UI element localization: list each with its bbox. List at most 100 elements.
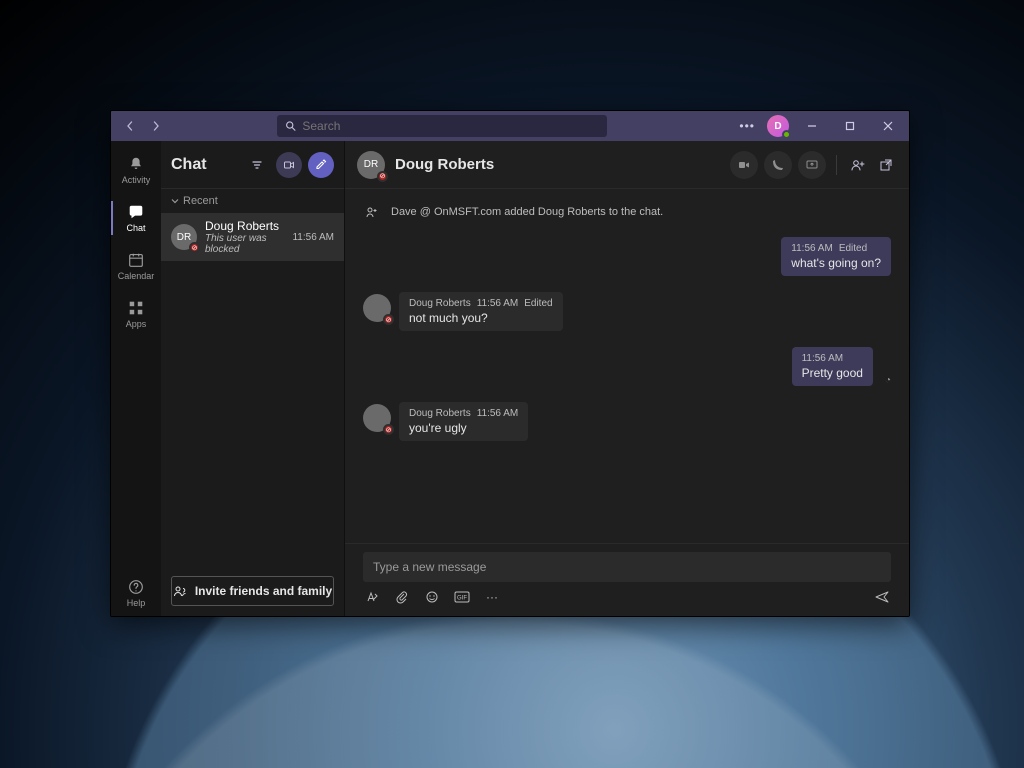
conversation-panel: DR ⊘ Doug Roberts Dave @ OnMSFT.com adde… <box>345 141 909 616</box>
rail-calendar[interactable]: Calendar <box>111 243 161 289</box>
divider <box>836 155 837 175</box>
more-options-button[interactable]: ••• <box>735 119 759 133</box>
message-bubble[interactable]: Doug Roberts 11:56 AM Edited not much yo… <box>399 292 563 331</box>
rail-chat[interactable]: Chat <box>111 195 161 241</box>
calendar-icon <box>127 251 145 269</box>
rail-label: Activity <box>122 175 151 185</box>
paperclip-icon <box>395 590 409 604</box>
message-time: 11:56 AM <box>477 298 519 309</box>
close-button[interactable] <box>873 111 903 141</box>
message-sent: 11:56 AM Pretty good ◔ <box>363 347 891 386</box>
format-button[interactable] <box>363 588 381 606</box>
add-people-button[interactable] <box>847 154 869 176</box>
blocked-icon: ⊘ <box>377 171 388 182</box>
new-chat-button[interactable] <box>308 152 334 178</box>
search-input[interactable] <box>302 119 599 133</box>
video-call-button[interactable] <box>730 151 758 179</box>
message-text: what's going on? <box>791 256 881 270</box>
maximize-button[interactable] <box>835 111 865 141</box>
chat-list-panel: Chat Recent DR ⊘ <box>161 141 345 616</box>
rail-label: Chat <box>126 223 145 233</box>
section-label: Recent <box>183 195 218 207</box>
edited-label: Edited <box>524 298 552 309</box>
compose-icon <box>315 159 327 171</box>
help-icon <box>127 578 145 596</box>
contact-time: 11:56 AM <box>292 232 334 243</box>
contact-avatar: DR ⊘ <box>171 224 197 250</box>
app-rail: Activity Chat Calendar Apps Help <box>111 141 161 616</box>
conversation-title: Doug Roberts <box>395 156 494 173</box>
message-avatar: ⊘ <box>363 294 391 322</box>
delivered-icon: ◔ <box>885 375 891 386</box>
more-compose-button[interactable]: ··· <box>483 588 501 606</box>
gif-button[interactable]: GIF <box>453 588 471 606</box>
phone-icon <box>771 158 785 172</box>
message-time: 11:56 AM <box>477 408 519 419</box>
compose-input[interactable]: Type a new message <box>363 552 891 582</box>
svg-text:GIF: GIF <box>457 596 467 602</box>
message-thread[interactable]: Dave @ OnMSFT.com added Doug Roberts to … <box>345 189 909 543</box>
message-bubble[interactable]: Doug Roberts 11:56 AM you're ugly <box>399 402 528 441</box>
composer: Type a new message GIF ··· <box>345 543 909 616</box>
conversation-avatar: DR ⊘ <box>357 151 385 179</box>
popout-button[interactable] <box>875 154 897 176</box>
people-icon <box>173 584 187 598</box>
rail-help[interactable]: Help <box>111 570 161 616</box>
chat-list-title: Chat <box>171 156 238 174</box>
contact-subtitle: This user was blocked <box>205 233 284 255</box>
rail-activity[interactable]: Activity <box>111 147 161 193</box>
message-bubble[interactable]: 11:56 AM Edited what's going on? <box>781 237 891 276</box>
message-received: ⊘ Doug Roberts 11:56 AM you're ugly <box>363 402 891 441</box>
emoji-icon <box>425 590 439 604</box>
search-box[interactable] <box>277 115 607 137</box>
chat-list-header: Chat <box>161 141 344 189</box>
chat-icon <box>127 203 145 221</box>
add-people-icon <box>850 157 866 173</box>
minimize-button[interactable] <box>797 111 827 141</box>
contact-name: Doug Roberts <box>205 219 284 233</box>
format-icon <box>365 590 379 604</box>
attach-button[interactable] <box>393 588 411 606</box>
screen-share-button[interactable] <box>798 151 826 179</box>
compose-placeholder: Type a new message <box>373 560 486 574</box>
system-text: Dave @ OnMSFT.com added Doug Roberts to … <box>391 206 663 218</box>
message-bubble[interactable]: 11:56 AM Pretty good <box>792 347 873 386</box>
rail-apps[interactable]: Apps <box>111 291 161 337</box>
blocked-icon: ⊘ <box>189 242 200 253</box>
search-icon <box>285 120 296 132</box>
message-time: 11:56 AM <box>802 353 844 364</box>
bell-icon <box>127 155 145 173</box>
message-sent: 11:56 AM Edited what's going on? <box>363 237 891 276</box>
system-message: Dave @ OnMSFT.com added Doug Roberts to … <box>363 203 891 221</box>
meet-now-button[interactable] <box>276 152 302 178</box>
conversation-header: DR ⊘ Doug Roberts <box>345 141 909 189</box>
message-author: Doug Roberts <box>409 408 471 419</box>
invite-friends-button[interactable]: Invite friends and family <box>171 576 334 606</box>
share-screen-icon <box>805 158 819 172</box>
apps-icon <box>127 299 145 317</box>
teams-window: ••• D Activity Chat <box>110 110 910 617</box>
emoji-button[interactable] <box>423 588 441 606</box>
avatar-initial: D <box>774 121 781 132</box>
chat-list-item[interactable]: DR ⊘ Doug Roberts This user was blocked … <box>161 213 344 261</box>
video-icon <box>283 159 295 171</box>
profile-avatar[interactable]: D <box>767 115 789 137</box>
message-text: Pretty good <box>802 366 863 380</box>
message-text: you're ugly <box>409 421 518 435</box>
nav-forward-button[interactable] <box>145 115 167 137</box>
filter-button[interactable] <box>244 152 270 178</box>
invite-label: Invite friends and family <box>195 584 332 598</box>
titlebar: ••• D <box>111 111 909 141</box>
rail-label: Calendar <box>118 271 155 281</box>
nav-back-button[interactable] <box>119 115 141 137</box>
message-received: ⊘ Doug Roberts 11:56 AM Edited not much … <box>363 292 891 331</box>
chat-section-recent[interactable]: Recent <box>161 189 344 213</box>
audio-call-button[interactable] <box>764 151 792 179</box>
send-button[interactable] <box>873 588 891 606</box>
message-time: 11:56 AM <box>791 243 833 254</box>
message-avatar: ⊘ <box>363 404 391 432</box>
gif-icon: GIF <box>454 591 470 603</box>
rail-label: Apps <box>126 319 147 329</box>
video-icon <box>737 158 751 172</box>
filter-icon <box>251 159 263 171</box>
